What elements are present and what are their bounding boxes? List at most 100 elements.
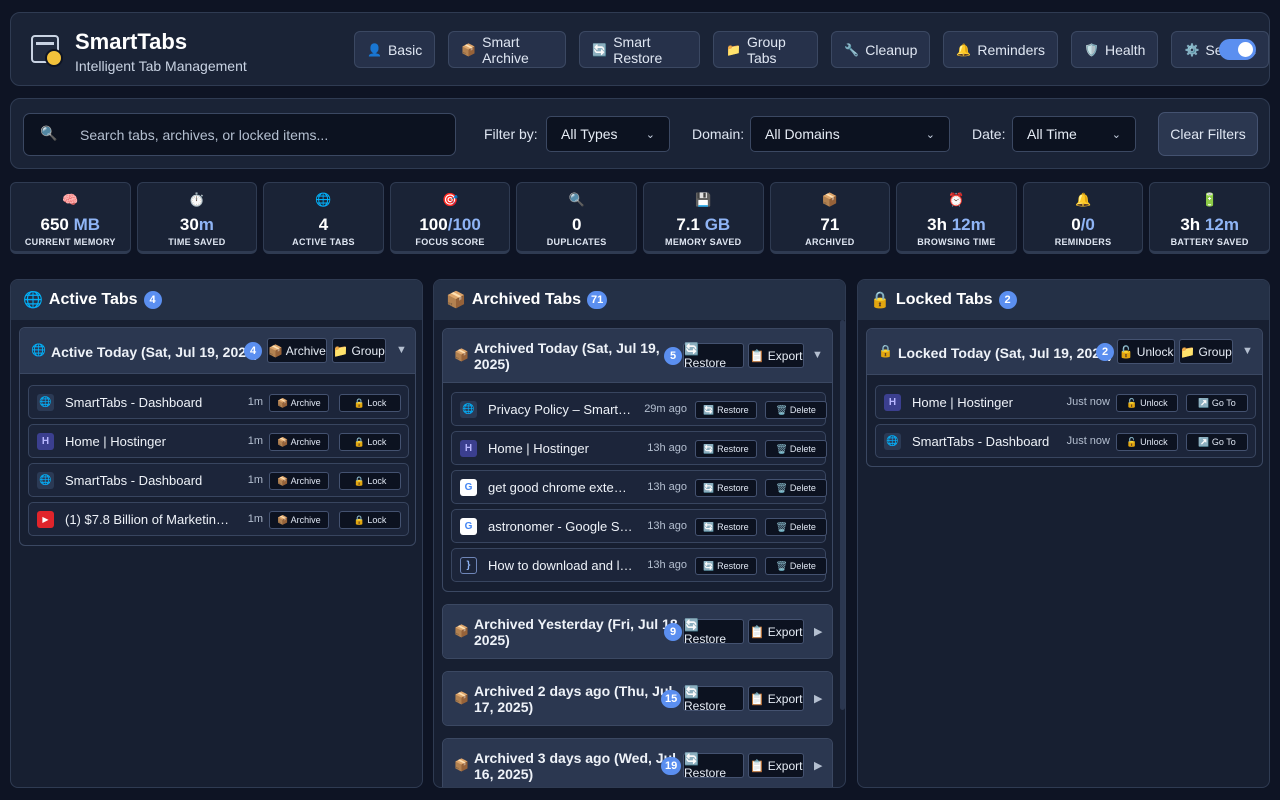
search-box: 🔍 — [23, 113, 456, 156]
stopwatch-icon: ⏱️ — [188, 192, 205, 207]
archived-tab-row[interactable]: 🌐 Privacy Policy – SmartTa... 29m ago 🔄 … — [451, 392, 827, 426]
tab-row[interactable]: H Home | Hostinger 1m 📦 Archive 🔒 Lock — [28, 424, 409, 458]
search-input[interactable] — [80, 114, 450, 155]
delete-button[interactable]: 🗑️ Delete — [765, 518, 827, 536]
export-group-button[interactable]: 📋 Export — [748, 686, 804, 711]
go-to-button[interactable]: ↗️ Go To — [1186, 394, 1248, 412]
group-title: Archived Yesterday (Fri, Jul 18, 2025) — [474, 616, 682, 648]
archived-tab-row[interactable]: } How to download and lat... 13h ago 🔄 R… — [451, 548, 827, 582]
stat-battery-saved: 🔋 3h 12m BATTERY SAVED — [1149, 182, 1270, 254]
lock-button[interactable]: 🔒 Lock — [339, 433, 401, 451]
group-header[interactable]: 📦 Archived 3 days ago (Wed, Jul 16, 2025)… — [443, 739, 832, 787]
archive-group-button[interactable]: 📦 Archive — [267, 338, 327, 363]
chevron-down-icon[interactable]: ▼ — [1242, 345, 1253, 357]
lock-button[interactable]: 🔒 Lock — [339, 511, 401, 529]
tab-row[interactable]: 🌐 SmartTabs - Dashboard 1m 📦 Archive 🔒 L… — [28, 385, 409, 419]
box-icon: 📦 — [454, 758, 469, 772]
tab-time: 13h ago — [647, 520, 687, 532]
tab-title: Home | Hostinger — [488, 441, 589, 456]
delete-button[interactable]: 🗑️ Delete — [765, 557, 827, 575]
tab-time: 13h ago — [647, 559, 687, 571]
archive-button[interactable]: 📦 Archive — [269, 433, 329, 451]
domain-select[interactable]: All Domains ⌄ — [750, 116, 950, 152]
archive-button[interactable]: 📦 Archive — [269, 394, 329, 412]
theme-toggle[interactable] — [1219, 39, 1256, 60]
unlock-button[interactable]: 🔓 Unlock — [1116, 433, 1178, 451]
shield-icon: 🛡️ — [1084, 42, 1099, 57]
filter-type-select[interactable]: All Types ⌄ — [546, 116, 670, 152]
tab-time: 1m — [247, 474, 263, 486]
group-header[interactable]: 📦 Archived 2 days ago (Thu, Jul 17, 2025)… — [443, 672, 832, 725]
archived-tab-row[interactable]: G get good chrome extensi... 13h ago 🔄 R… — [451, 470, 827, 504]
restore-button[interactable]: 🔄 Restore — [695, 440, 757, 458]
group-header[interactable]: 📦 Archived Today (Sat, Jul 19, 2025) 5 🔄 … — [443, 329, 832, 383]
stat-value: 650 MB — [40, 215, 101, 234]
unlock-button[interactable]: 🔓 Unlock — [1116, 394, 1178, 412]
restore-group-button[interactable]: 🔄 Restore — [683, 685, 744, 713]
box-icon: 📦 — [454, 348, 469, 362]
group-header[interactable]: 🌐 Active Today (Sat, Jul 19, 2025) 4 📦 A… — [20, 328, 415, 374]
archive-button[interactable]: 📦 Archive — [269, 511, 329, 529]
chevron-down-icon[interactable]: ▼ — [396, 344, 407, 356]
locked-tabs-header: 🔒 Locked Tabs 2 — [858, 280, 1269, 320]
go-to-button[interactable]: ↗️ Go To — [1186, 433, 1248, 451]
nav-cleanup-button[interactable]: 🔧 Cleanup — [831, 31, 931, 68]
locked-tabs-panel: 🔒 Locked Tabs 2 🔒 Locked Today (Sat, Jul 1… — [857, 279, 1270, 788]
archive-button[interactable]: 📦 Archive — [269, 472, 329, 490]
restore-button[interactable]: 🔄 Restore — [695, 401, 757, 419]
archived-tab-row[interactable]: G astronomer - Google Sea... 13h ago 🔄 R… — [451, 509, 827, 543]
stat-memory-saved: 💾 7.1 GB MEMORY SAVED — [642, 182, 764, 254]
box-icon: 📦 — [821, 192, 838, 207]
unlock-group-button[interactable]: 🔓 Unlock — [1117, 339, 1175, 364]
lock-button[interactable]: 🔒 Lock — [339, 472, 401, 490]
locked-tab-row[interactable]: H Home | Hostinger Just now 🔓 Unlock ↗️ … — [875, 385, 1256, 419]
date-select[interactable]: All Time ⌄ — [1012, 116, 1136, 152]
lock-button[interactable]: 🔒 Lock — [339, 394, 401, 412]
group-button[interactable]: 📁 Group — [1179, 339, 1233, 364]
alarm-clock-icon: ⏰ — [948, 192, 965, 207]
hostinger-icon: H — [37, 433, 54, 450]
locked-tab-row[interactable]: 🌐 SmartTabs - Dashboard Just now 🔓 Unloc… — [875, 424, 1256, 458]
chevron-down-icon[interactable]: ▼ — [812, 349, 823, 361]
delete-button[interactable]: 🗑️ Delete — [765, 440, 827, 458]
nav-group-tabs-button[interactable]: 📁 Group Tabs — [712, 31, 819, 68]
tab-row[interactable]: ▶ (1) $7.8 Billion of Marketing ... 1m 📦… — [28, 502, 409, 536]
export-group-button[interactable]: 📋 Export — [748, 343, 804, 368]
chevron-down-icon: ⌄ — [1111, 128, 1121, 141]
nav-smart-restore-button[interactable]: 🔄 Smart Restore — [579, 31, 700, 68]
nav-label: Smart Restore — [613, 33, 663, 66]
group-button[interactable]: 📁 Group — [332, 338, 386, 363]
delete-button[interactable]: 🗑️ Delete — [765, 479, 827, 497]
nav-basic-button[interactable]: 👤 Basic — [354, 31, 436, 68]
brain-icon: 🧠 — [62, 192, 79, 207]
nav-label: Cleanup — [865, 41, 918, 58]
export-group-button[interactable]: 📋 Export — [748, 619, 804, 644]
group-header[interactable]: 🔒 Locked Today (Sat, Jul 19, 2025) 2 🔓 U… — [867, 329, 1262, 375]
tab-title: Privacy Policy – SmartTa... — [488, 402, 633, 417]
nav-health-button[interactable]: 🛡️ Health — [1071, 31, 1159, 68]
clear-filters-button[interactable]: Clear Filters — [1158, 112, 1258, 156]
export-group-button[interactable]: 📋 Export — [748, 753, 804, 778]
restore-group-button[interactable]: 🔄 Restore — [683, 342, 744, 370]
chevron-right-icon[interactable]: ▶ — [814, 759, 822, 772]
archived-scrollbar[interactable] — [840, 320, 845, 710]
restore-button[interactable]: 🔄 Restore — [695, 479, 757, 497]
chevron-right-icon[interactable]: ▶ — [814, 692, 822, 705]
delete-button[interactable]: 🗑️ Delete — [765, 401, 827, 419]
group-header[interactable]: 📦 Archived Yesterday (Fri, Jul 18, 2025) … — [443, 605, 832, 658]
chevron-right-icon[interactable]: ▶ — [814, 625, 822, 638]
globe-icon: 🌐 — [37, 394, 54, 411]
tab-title: (1) $7.8 Billion of Marketing ... — [65, 512, 233, 527]
stat-label: ACTIVE TABS — [292, 237, 355, 247]
nav-smart-archive-button[interactable]: 📦 Smart Archive — [448, 31, 567, 68]
archived-tab-row[interactable]: H Home | Hostinger 13h ago 🔄 Restore 🗑️ … — [451, 431, 827, 465]
tab-row[interactable]: 🌐 SmartTabs - Dashboard 1m 📦 Archive 🔒 L… — [28, 463, 409, 497]
restore-button[interactable]: 🔄 Restore — [695, 518, 757, 536]
select-value: All Time — [1027, 126, 1077, 142]
stat-label: REMINDERS — [1054, 237, 1112, 247]
restore-group-button[interactable]: 🔄 Restore — [683, 618, 744, 646]
restore-group-button[interactable]: 🔄 Restore — [683, 752, 744, 780]
stat-label: CURRENT MEMORY — [24, 237, 116, 247]
nav-reminders-button[interactable]: 🔔 Reminders — [943, 31, 1059, 68]
restore-button[interactable]: 🔄 Restore — [695, 557, 757, 575]
